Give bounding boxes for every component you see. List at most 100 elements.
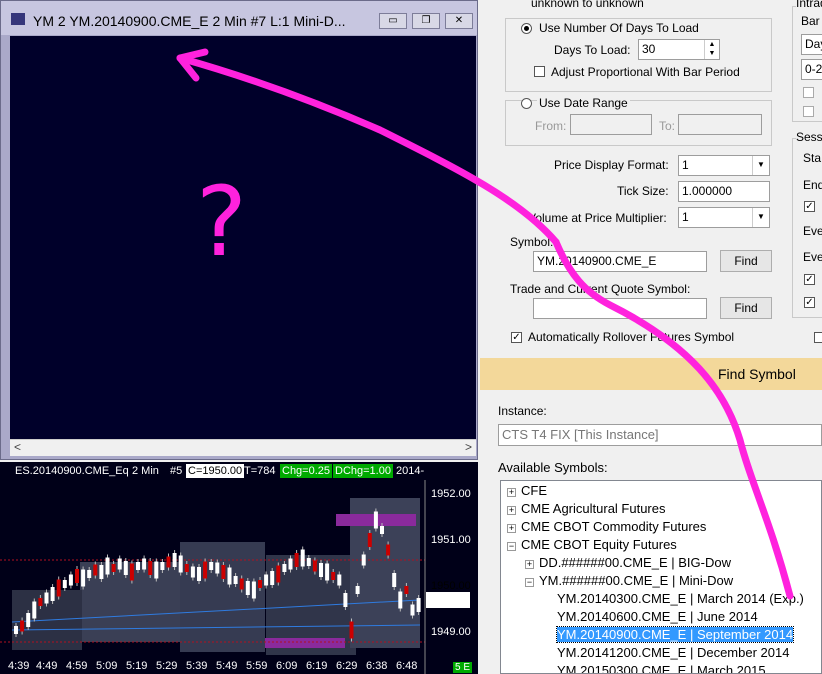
to-label: To: [659, 119, 676, 133]
use-days-radio[interactable] [521, 23, 532, 34]
candle-body [215, 562, 220, 574]
tree-expander-icon[interactable]: + [507, 524, 516, 533]
time-axis: 4:39 4:49 4:59 5:09 5:19 5:29 5:39 5:49 … [0, 660, 430, 674]
strip-checkbox[interactable] [803, 106, 814, 117]
strip-checkbox[interactable]: ✓ [804, 201, 815, 212]
tree-item[interactable]: YM.20140900.CME_E | September 2014 [555, 626, 795, 643]
candle-body [239, 578, 244, 590]
time-label: 5:59 [246, 660, 268, 672]
candle-body [251, 581, 256, 599]
chart-window-ym: YM 2 YM.20140900.CME_E 2 Min #7 L:1 Mini… [0, 0, 478, 460]
tree-expander-icon[interactable]: + [507, 506, 516, 515]
time-label: 5:09 [96, 660, 118, 672]
candle-body [136, 562, 140, 570]
from-date-input[interactable] [570, 114, 652, 135]
candle-body [56, 579, 61, 597]
candle-body [276, 565, 281, 583]
candle-body [288, 558, 293, 570]
candle-body [416, 598, 421, 612]
tree-item[interactable]: DD.######00.CME_E | BIG-Dow [539, 555, 731, 570]
vap-multiplier-select[interactable]: 1 ▼ [678, 207, 770, 228]
time-label: 6:38 [366, 660, 388, 672]
price-label: 1952.00 [431, 488, 471, 500]
price-label: 1949.00 [431, 626, 471, 638]
strip-checkbox[interactable]: ✓ [804, 274, 815, 285]
bar-label: Bar [801, 14, 820, 28]
find-quote-symbol-button[interactable]: Find [720, 297, 772, 319]
tree-item[interactable]: YM.20141200.CME_E | December 2014 [557, 645, 789, 660]
auto-rollover-label: Automatically Rollover Futures Symbol [528, 330, 735, 344]
vap-multiplier-value: 1 [682, 210, 689, 224]
scroll-right-icon[interactable]: > [465, 440, 472, 454]
spinner-icon[interactable]: ▲ ▼ [704, 40, 719, 59]
to-date-input[interactable] [678, 114, 762, 135]
time-label: 6:29 [336, 660, 358, 672]
es-date: 2014- [396, 465, 425, 477]
tree-item[interactable]: YM.20140600.CME_E | June 2014 [557, 609, 758, 624]
strip-checkbox[interactable] [803, 87, 814, 98]
chevron-down-icon: ▼ [752, 208, 769, 227]
available-symbols-label: Available Symbols: [498, 460, 608, 475]
time-label: 6:19 [306, 660, 328, 672]
time-label: 4:59 [66, 660, 88, 672]
find-symbol-titlebar[interactable]: Find Symbol [480, 358, 822, 390]
close-button[interactable]: ✕ [445, 13, 473, 29]
auto-rollover-checkbox[interactable]: ✓ [511, 332, 522, 343]
strip-checkbox[interactable] [814, 332, 822, 343]
candle-body [306, 558, 311, 566]
candle-body [221, 565, 226, 579]
time-label: 4:39 [8, 660, 30, 672]
instance-label: Instance: [498, 404, 547, 418]
tree-expander-icon[interactable]: + [507, 488, 516, 497]
es-chart-header: ES.20140900.CME_Eq 2 Min #5 C=1950.00 T=… [0, 462, 478, 480]
symbol-label: Symbol: [510, 235, 554, 249]
candle-body [81, 569, 86, 587]
quote-symbol-input[interactable] [533, 298, 707, 319]
symbol-input[interactable]: YM.20140900.CME_E [533, 251, 707, 272]
tree-expander-icon[interactable]: + [525, 560, 534, 569]
minimize-button[interactable]: ▭ [379, 13, 407, 29]
es-symbol: ES.20140900.CME_Eq [15, 465, 129, 477]
candle-body [190, 566, 195, 578]
candle-body [361, 554, 366, 566]
use-date-range-radio[interactable] [521, 98, 532, 109]
adjust-proportional-checkbox[interactable] [534, 66, 545, 77]
evening-label: Eve [803, 224, 822, 238]
candle-body [227, 567, 232, 585]
price-format-select[interactable]: 1 ▼ [678, 155, 770, 176]
chart-window-titlebar[interactable]: YM 2 YM.20140900.CME_E 2 Min #7 L:1 Mini… [1, 1, 477, 35]
candle-body [62, 580, 67, 588]
candle-body [184, 564, 189, 572]
instance-input[interactable]: CTS T4 FIX [This Instance] [498, 424, 822, 446]
tree-item[interactable]: CME Agricultural Futures [521, 501, 666, 516]
candle-body [75, 569, 79, 583]
tree-expander-icon[interactable]: − [525, 578, 534, 587]
strip-checkbox[interactable]: ✓ [804, 297, 815, 308]
candle-body [270, 571, 275, 585]
symbol-tree[interactable]: + CFE + CME Agricultural Futures + CME CBOT C… [500, 480, 822, 674]
days-to-load-input[interactable]: 30 ▲ ▼ [638, 39, 720, 60]
from-label: From: [535, 119, 567, 133]
scroll-left-icon[interactable]: < [14, 440, 21, 454]
quote-symbol-label: Trade and Current Quote Symbol: [510, 282, 691, 296]
bar-period-select[interactable]: Day [801, 34, 822, 55]
es-price-chart[interactable] [0, 480, 478, 674]
es-change: Chg=0.25 [280, 464, 333, 478]
candle-body [99, 565, 104, 579]
time-label: 5:19 [126, 660, 148, 672]
tree-item[interactable]: YM.######00.CME_E | Mini-Dow [539, 573, 733, 588]
find-symbol-button[interactable]: Find [720, 250, 772, 272]
tree-item[interactable]: CFE [521, 483, 547, 498]
tree-expander-icon[interactable]: − [507, 542, 516, 551]
tree-item[interactable]: YM.20140300.CME_E | March 2014 (Exp.) [557, 591, 804, 606]
range-select[interactable]: 0-2 [801, 59, 822, 80]
tree-item[interactable]: YM.20150300.CME_E | March 2015 [557, 663, 766, 673]
tick-size-input[interactable]: 1.000000 [678, 181, 770, 202]
horizontal-scrollbar[interactable]: < > [10, 439, 476, 456]
empty-chart-area[interactable]: ? [10, 36, 476, 439]
tree-item[interactable]: CME CBOT Commodity Futures [521, 519, 706, 534]
tree-item[interactable]: CME CBOT Equity Futures [521, 537, 677, 552]
es-chart-window[interactable]: ES.20140900.CME_Eq 2 Min #5 C=1950.00 T=… [0, 462, 478, 674]
restore-button[interactable]: ❐ [412, 13, 440, 29]
candle-body [166, 556, 171, 568]
